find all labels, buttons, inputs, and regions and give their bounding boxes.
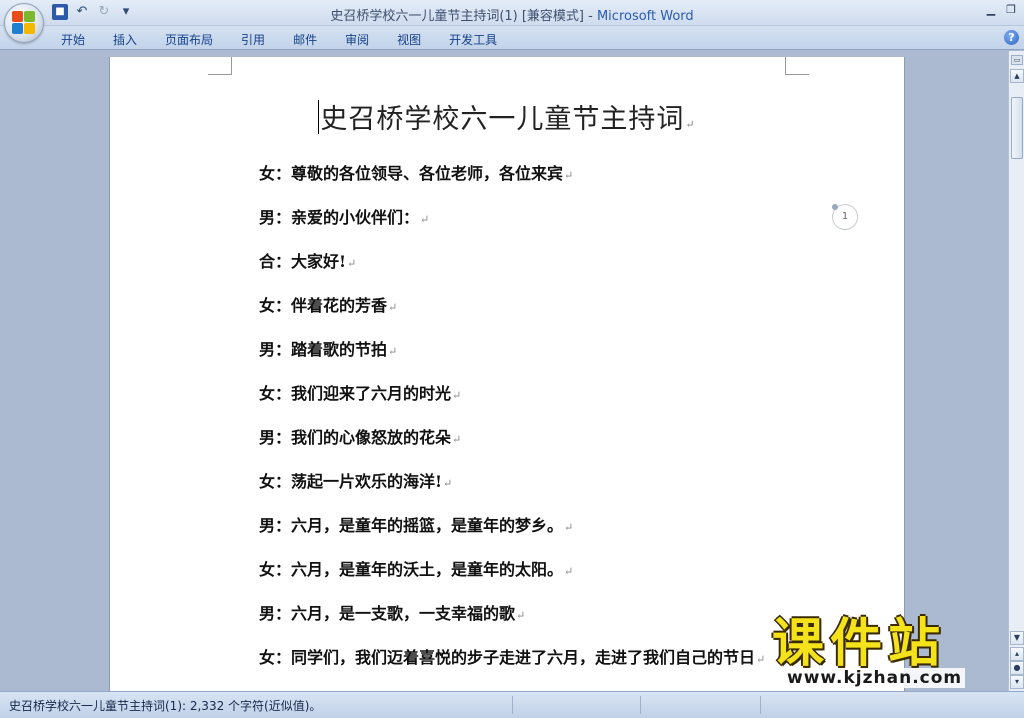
restore-button[interactable]: ❐: [1002, 2, 1020, 18]
document-line[interactable]: 女：同学们，我们迈着喜悦的步子走进了六月，走进了我们自己的节日↵: [259, 644, 765, 668]
status-divider: [640, 696, 641, 714]
document-workspace: 史召桥学校六一儿童节主持词↵ 1 女：尊敬的各位领导、各位老师，各位来宾↵ 男：…: [0, 51, 1008, 691]
paragraph-mark: ↵: [564, 565, 574, 578]
document-line[interactable]: 男：踏着歌的节拍↵: [259, 336, 397, 360]
ruler-toggle-icon[interactable]: ▭: [1011, 55, 1023, 65]
app-name: Microsoft Word: [596, 9, 694, 24]
document-line[interactable]: 女：荡起一片欢乐的海洋!↵: [259, 468, 452, 492]
tab-view[interactable]: 视图: [397, 31, 421, 48]
help-icon[interactable]: ?: [1004, 30, 1019, 45]
document-heading[interactable]: 史召桥学校六一儿童节主持词↵: [110, 97, 904, 136]
document-line[interactable]: 男：亲爱的小伙伴们：↵: [259, 204, 429, 228]
document-line[interactable]: 女：伴着花的芳香↵: [259, 292, 397, 316]
window-title: 史召桥学校六一儿童节主持词(1) [兼容模式] - Microsoft Word: [0, 5, 1024, 24]
next-page-icon[interactable]: ▾: [1010, 675, 1024, 689]
paragraph-mark: ↵: [347, 257, 357, 270]
comment-dot-icon: [832, 204, 838, 210]
tab-mailings[interactable]: 邮件: [293, 31, 317, 48]
tab-developer[interactable]: 开发工具: [449, 31, 497, 48]
document-line[interactable]: 女：六月，是童年的沃土，是童年的太阳。↵: [259, 556, 573, 580]
word-count-status[interactable]: 史召桥学校六一儿童节主持词(1): 2,332 个字符(近似值)。: [9, 697, 321, 714]
paragraph-mark: ↵: [388, 301, 398, 314]
status-divider: [512, 696, 513, 714]
watermark-url: www.kjzhan.com: [784, 668, 966, 688]
ribbon-tabs: 开始 插入 页面布局 引用 邮件 审阅 视图 开发工具: [61, 31, 525, 48]
comment-marker-number: 1: [841, 211, 849, 222]
document-line[interactable]: 男：六月，是一支歌，一支幸福的歌↵: [259, 600, 525, 624]
crop-mark-top-left: [208, 57, 232, 75]
window-controls: ▁ ❐: [982, 2, 1020, 18]
document-title-text: 史召桥学校六一儿童节主持词(1) [兼容模式] -: [330, 9, 597, 24]
browse-object-icon[interactable]: ●: [1010, 661, 1024, 675]
tab-references[interactable]: 引用: [241, 31, 265, 48]
scroll-down-icon[interactable]: ▼: [1010, 631, 1024, 645]
scroll-thumb[interactable]: [1011, 97, 1023, 159]
paragraph-mark: ↵: [756, 653, 766, 666]
watermark-text: 课件站: [772, 614, 947, 674]
paragraph-mark: ↵: [420, 213, 430, 226]
paragraph-mark: ↵: [452, 389, 462, 402]
document-line[interactable]: 合：大家好!↵: [259, 248, 356, 272]
watermark-logo: 课件站 www.kjzhan.com: [772, 614, 1004, 690]
paragraph-mark: ↵: [516, 609, 526, 622]
tab-review[interactable]: 审阅: [345, 31, 369, 48]
document-line[interactable]: 女：我们迎来了六月的时光↵: [259, 380, 461, 404]
paragraph-mark: ↵: [388, 345, 398, 358]
document-line[interactable]: 女：尊敬的各位领导、各位老师，各位来宾↵: [259, 160, 573, 184]
paragraph-mark: ↵: [564, 169, 574, 182]
document-line[interactable]: 男：六月，是童年的摇篮，是童年的梦乡。↵: [259, 512, 573, 536]
paragraph-mark: ↵: [564, 521, 574, 534]
status-bar: 史召桥学校六一儿童节主持词(1): 2,332 个字符(近似值)。: [0, 691, 1024, 718]
paragraph-mark: ↵: [452, 433, 462, 446]
office-logo-icon: [12, 11, 36, 35]
vertical-scrollbar[interactable]: ▭ ▲ ▼ ▴ ● ▾: [1008, 51, 1024, 691]
office-button[interactable]: [4, 3, 44, 43]
heading-text: 史召桥学校六一儿童节主持词: [320, 104, 685, 135]
title-bar: ■ ↶ ↻ ▾ 史召桥学校六一儿童节主持词(1) [兼容模式] - Micros…: [0, 0, 1024, 26]
document-line[interactable]: 男：我们的心像怒放的花朵↵: [259, 424, 461, 448]
ribbon-tab-bar: 开始 插入 页面布局 引用 邮件 审阅 视图 开发工具 ?: [0, 26, 1024, 50]
paragraph-mark: ↵: [685, 118, 696, 131]
tab-page-layout[interactable]: 页面布局: [165, 31, 213, 48]
tab-home[interactable]: 开始: [61, 31, 85, 48]
paragraph-mark: ↵: [443, 477, 453, 490]
crop-mark-top-right: [785, 57, 809, 75]
tab-insert[interactable]: 插入: [113, 31, 137, 48]
status-divider: [760, 696, 761, 714]
scroll-up-icon[interactable]: ▲: [1010, 69, 1024, 83]
document-page[interactable]: 史召桥学校六一儿童节主持词↵ 1 女：尊敬的各位领导、各位老师，各位来宾↵ 男：…: [109, 57, 905, 691]
previous-page-icon[interactable]: ▴: [1010, 647, 1024, 661]
minimize-button[interactable]: ▁: [982, 2, 1000, 18]
